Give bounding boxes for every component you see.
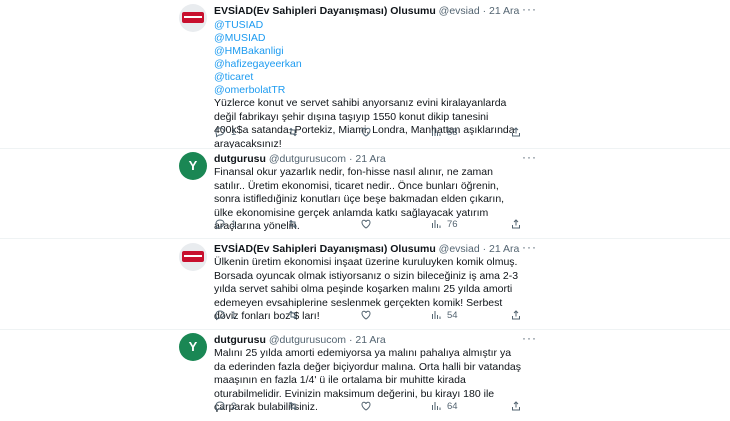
- like-button[interactable]: [360, 126, 377, 138]
- avatar[interactable]: [179, 4, 207, 32]
- author-handle[interactable]: @evsiad: [439, 5, 480, 17]
- tweet-date[interactable]: 21 Ara: [355, 153, 385, 165]
- share-icon: [512, 219, 520, 229]
- action-bar: 1 76: [214, 218, 524, 232]
- tweet-header: EVSİAD(Ev Sahipleri Dayanışması) Olusumu…: [214, 5, 519, 17]
- view-count: 54: [447, 309, 458, 321]
- author-name[interactable]: dutgurusu: [214, 153, 266, 165]
- tweet-date[interactable]: 21 Ara: [355, 334, 385, 346]
- retweet-button[interactable]: [287, 400, 304, 412]
- separator-dot: ·: [348, 153, 353, 165]
- tweet-header: dutgurusu @dutgurusucom · 21 Ara: [214, 334, 386, 346]
- mention-link[interactable]: @MUSIAD: [214, 32, 266, 44]
- tweet-header: dutgurusu @dutgurusucom · 21 Ara: [214, 153, 386, 165]
- like-button[interactable]: [360, 309, 377, 321]
- views-button[interactable]: 54: [430, 309, 458, 321]
- action-bar: 1 58: [214, 126, 524, 140]
- reply-button[interactable]: 1: [214, 309, 236, 321]
- reply-button[interactable]: 1: [214, 126, 236, 138]
- heart-icon: [361, 401, 371, 411]
- retweet-button[interactable]: [287, 218, 304, 230]
- mention-link[interactable]: @omerbolatTR: [214, 84, 285, 96]
- mention-link[interactable]: @HMBakanligi: [214, 45, 284, 57]
- tweet-text: Yüzlerce konut ve servet sahibi anyorsan…: [214, 97, 515, 150]
- avatar[interactable]: Y: [179, 152, 207, 180]
- reply-count: 1: [231, 309, 237, 321]
- reply-button[interactable]: 2: [214, 400, 236, 412]
- views-button[interactable]: 76: [430, 218, 458, 230]
- more-icon[interactable]: ···: [522, 2, 537, 16]
- reply-icon: [215, 310, 225, 321]
- view-count: 76: [447, 218, 458, 230]
- avatar[interactable]: [179, 243, 207, 271]
- action-bar: 1 54: [214, 309, 524, 323]
- more-icon[interactable]: ···: [522, 240, 537, 254]
- views-icon: [432, 128, 441, 136]
- tweet[interactable]: Y dutgurusu @dutgurusucom · 21 Ara ··· M…: [0, 329, 730, 421]
- heart-icon: [361, 127, 371, 137]
- tweet-date[interactable]: 21 Ara: [489, 5, 519, 17]
- author-handle[interactable]: @dutgurusucom: [269, 153, 346, 165]
- share-icon: [512, 401, 520, 411]
- share-button[interactable]: [510, 126, 522, 138]
- view-count: 58: [447, 126, 458, 138]
- reply-icon: [215, 219, 225, 230]
- author-name[interactable]: EVSİAD(Ev Sahipleri Dayanışması) Olusumu: [214, 243, 436, 255]
- tweet-header: EVSİAD(Ev Sahipleri Dayanışması) Olusumu…: [214, 243, 519, 255]
- separator-dot: ·: [482, 243, 487, 255]
- tweet[interactable]: EVSİAD(Ev Sahipleri Dayanışması) Olusumu…: [0, 238, 730, 330]
- share-button[interactable]: [510, 309, 522, 321]
- reply-icon: [215, 401, 225, 412]
- views-button[interactable]: 64: [430, 400, 458, 412]
- mention-link[interactable]: @hafizegayeerkan: [214, 58, 302, 70]
- action-bar: 2 64: [214, 400, 524, 414]
- share-button[interactable]: [510, 218, 522, 230]
- share-button[interactable]: [510, 400, 522, 412]
- views-button[interactable]: 58: [430, 126, 458, 138]
- share-icon: [512, 127, 520, 137]
- author-name[interactable]: dutgurusu: [214, 334, 266, 346]
- views-icon: [432, 311, 441, 319]
- retweet-icon: [289, 310, 297, 320]
- reply-count: 1: [231, 218, 237, 230]
- mention-link[interactable]: @ticaret: [214, 71, 253, 83]
- separator-dot: ·: [482, 5, 487, 17]
- tweet[interactable]: Y dutgurusu @dutgurusucom · 21 Ara ··· F…: [0, 148, 730, 239]
- author-name[interactable]: EVSİAD(Ev Sahipleri Dayanışması) Olusumu: [214, 5, 436, 17]
- more-icon[interactable]: ···: [522, 150, 537, 164]
- share-icon: [512, 310, 520, 320]
- author-handle[interactable]: @evsiad: [439, 243, 480, 255]
- retweet-icon: [289, 127, 297, 137]
- mention-link[interactable]: @TUSIAD: [214, 19, 263, 31]
- like-button[interactable]: [360, 218, 377, 230]
- views-icon: [432, 402, 441, 410]
- heart-icon: [361, 310, 371, 320]
- tweet-date[interactable]: 21 Ara: [489, 243, 519, 255]
- retweet-button[interactable]: [287, 309, 304, 321]
- retweet-button[interactable]: [287, 126, 304, 138]
- reply-icon: [215, 127, 225, 138]
- retweet-icon: [289, 219, 297, 229]
- views-icon: [432, 220, 441, 228]
- view-count: 64: [447, 400, 458, 412]
- reply-count: 1: [231, 126, 237, 138]
- retweet-icon: [289, 401, 297, 411]
- reply-button[interactable]: 1: [214, 218, 236, 230]
- avatar[interactable]: Y: [179, 333, 207, 361]
- like-button[interactable]: [360, 400, 377, 412]
- separator-dot: ·: [348, 334, 353, 346]
- tweet[interactable]: EVSİAD(Ev Sahipleri Dayanışması) Olusumu…: [0, 0, 730, 150]
- more-icon[interactable]: ···: [522, 331, 537, 345]
- author-handle[interactable]: @dutgurusucom: [269, 334, 346, 346]
- reply-count: 2: [231, 400, 237, 412]
- heart-icon: [361, 219, 371, 229]
